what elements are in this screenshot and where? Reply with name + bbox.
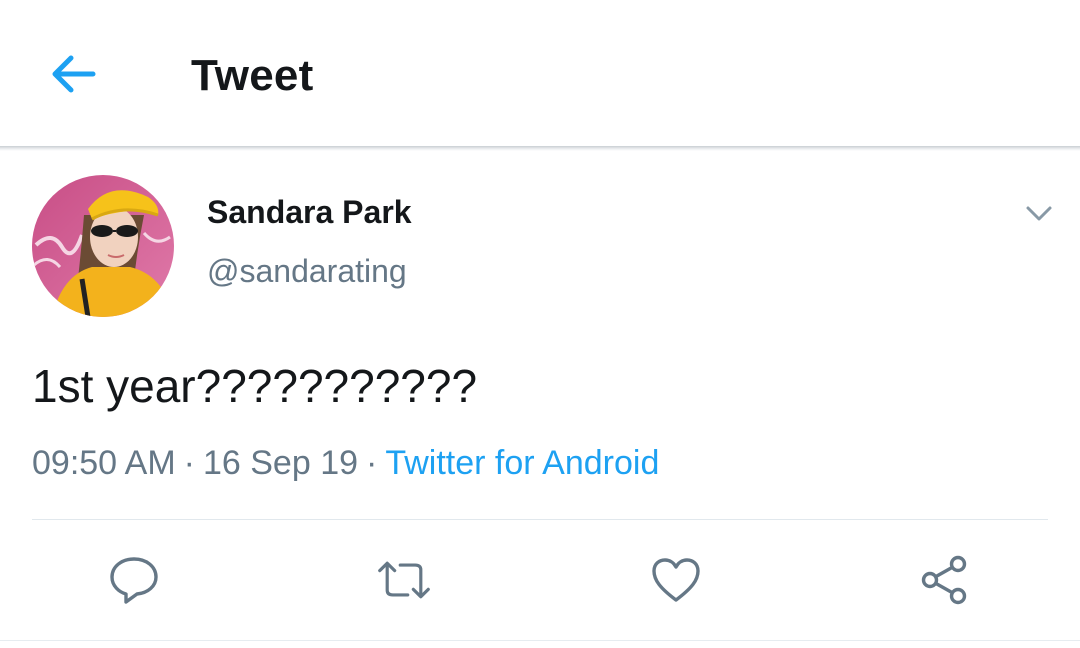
- avatar-photo: [32, 175, 174, 317]
- like-icon: [652, 558, 700, 602]
- user-handle[interactable]: @sandarating: [207, 251, 407, 291]
- tweet-time: 09:50 AM: [32, 444, 176, 482]
- like-button[interactable]: [648, 552, 704, 608]
- app-header: Tweet: [0, 0, 1080, 148]
- tweet-text: 1st year???????????: [32, 360, 478, 412]
- bottom-divider: [0, 640, 1080, 641]
- page-title: Tweet: [191, 51, 314, 100]
- reply-button[interactable]: [106, 552, 162, 608]
- meta-separator: ·: [183, 444, 195, 482]
- avatar[interactable]: [32, 175, 174, 317]
- reply-icon: [110, 557, 158, 604]
- meta-separator: ·: [366, 444, 378, 482]
- chevron-down-icon: [1026, 206, 1052, 221]
- divider: [32, 519, 1048, 520]
- retweet-button[interactable]: [376, 552, 432, 608]
- arrow-left-icon: [52, 55, 96, 93]
- tweet-menu-button[interactable]: [1020, 198, 1058, 230]
- tweet-date: 16 Sep 19: [202, 444, 359, 482]
- retweet-icon: [378, 561, 430, 599]
- tweet-source-link[interactable]: Twitter for Android: [385, 444, 659, 482]
- share-button[interactable]: [916, 552, 972, 608]
- display-name[interactable]: Sandara Park: [207, 192, 412, 232]
- share-icon: [921, 555, 967, 605]
- header-divider: [0, 146, 1080, 151]
- back-button[interactable]: [40, 46, 106, 102]
- tweet-meta: 09:50 AM · 16 Sep 19 · Twitter for Android: [32, 441, 659, 485]
